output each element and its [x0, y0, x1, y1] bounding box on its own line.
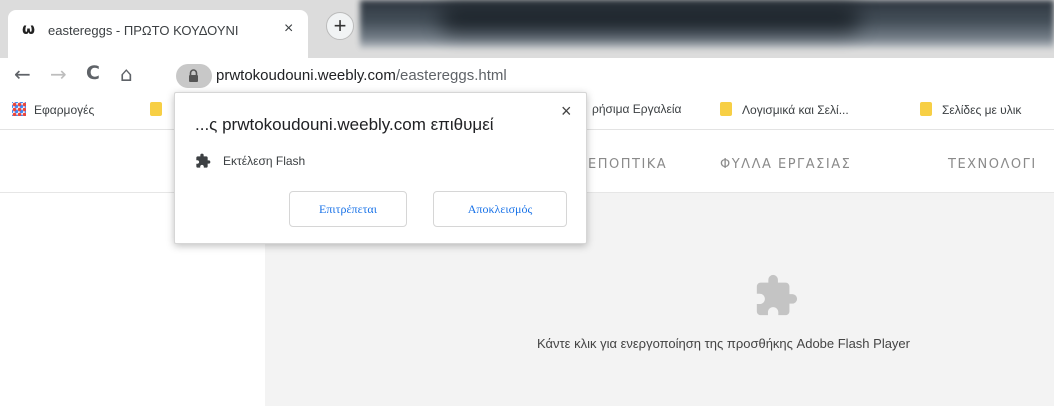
popup-title: ...ς prwtokoudouni.weebly.com επιθυμεί	[195, 115, 494, 134]
weebly-favicon-icon: ѡ	[22, 20, 36, 38]
apps-grid-icon	[12, 102, 26, 116]
tab-close-icon[interactable]: ×	[284, 20, 293, 38]
tab-title: eastereggs - ΠΡΩΤΟ ΚΟΥΔΟΥΝΙ	[48, 23, 239, 38]
bookmark-folder-software[interactable]: Λογισμικά και Σελί...	[720, 102, 849, 117]
browser-toolbar: ← → C ⌂ prwtokoudouni.weebly.com/eastere…	[0, 58, 1054, 92]
reload-icon[interactable]: C	[86, 62, 100, 84]
forward-arrow-icon[interactable]: →	[50, 62, 67, 86]
back-arrow-icon[interactable]: ←	[14, 62, 31, 86]
bookmark-folder-tools-label: ρήσιμα Εργαλεία	[592, 102, 682, 116]
home-icon[interactable]: ⌂	[120, 62, 133, 86]
permission-row: Εκτέλεση Flash	[195, 153, 305, 169]
new-tab-button[interactable]: +	[326, 12, 354, 40]
folder-icon	[720, 102, 732, 116]
popup-close-icon[interactable]: ×	[561, 101, 572, 122]
nav-link-epoptika[interactable]: ΕΠΟΠΤΙΚΑ	[588, 157, 667, 172]
active-tab[interactable]: ѡ eastereggs - ΠΡΩΤΟ ΚΟΥΔΟΥΝΙ ×	[8, 10, 308, 58]
folder-icon	[150, 102, 162, 116]
flash-permission-popup: ...ς prwtokoudouni.weebly.com επιθυμεί ×…	[174, 92, 587, 244]
flash-activation-message: Κάντε κλικ για ενεργοποίηση της προσθήκη…	[537, 336, 910, 351]
block-button[interactable]: Αποκλεισμός	[433, 191, 567, 227]
site-info-button[interactable]	[176, 64, 212, 88]
bookmark-apps[interactable]: Εφαρμογές	[12, 102, 94, 117]
bookmark-folder-tools[interactable]: ρήσιμα Εργαλεία	[592, 102, 681, 116]
plugin-puzzle-icon	[196, 153, 211, 168]
url-host: prwtokoudouni.weebly.com	[216, 67, 396, 84]
bookmark-folder-material-label: Σελίδες με υλικ	[942, 103, 1022, 117]
bookmark-folder-hidden[interactable]	[150, 102, 172, 117]
nav-link-fylla-ergasias[interactable]: ΦΥΛΛΑ ΕΡΓΑΣΙΑΣ	[720, 157, 851, 172]
blurred-background-dark	[440, 6, 860, 32]
folder-icon	[920, 102, 932, 116]
bookmark-apps-label: Εφαρμογές	[34, 103, 95, 117]
bookmark-folder-material[interactable]: Σελίδες με υλικ	[920, 102, 1021, 117]
address-bar[interactable]: prwtokoudouni.weebly.com/eastereggs.html	[216, 67, 507, 84]
browser-window: ѡ eastereggs - ΠΡΩΤΟ ΚΟΥΔΟΥΝΙ × + ← → C …	[0, 0, 1054, 406]
bookmark-folder-software-label: Λογισμικά και Σελί...	[742, 103, 849, 117]
url-path: /eastereggs.html	[395, 67, 507, 84]
lock-icon	[189, 69, 198, 82]
allow-button[interactable]: Επιτρέπεται	[289, 191, 407, 227]
permission-label: Εκτέλεση Flash	[223, 154, 306, 168]
plugin-puzzle-icon	[756, 274, 798, 316]
tab-strip: ѡ eastereggs - ΠΡΩΤΟ ΚΟΥΔΟΥΝΙ × +	[0, 0, 1054, 58]
nav-link-technologia[interactable]: ΤΕΧΝΟΛΟΓΙ	[948, 157, 1037, 172]
